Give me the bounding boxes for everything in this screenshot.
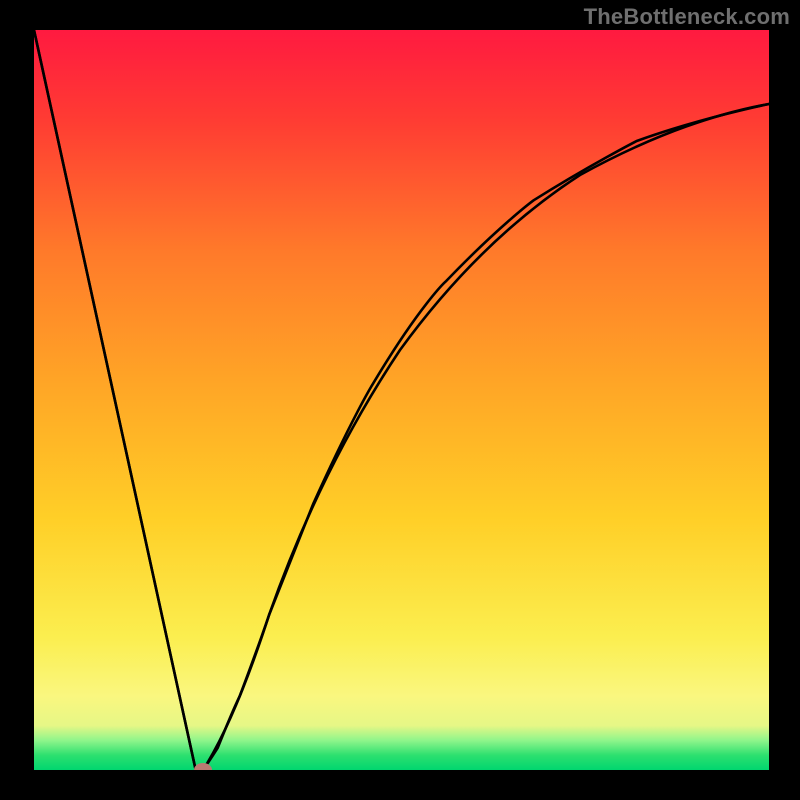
plot-background: [34, 30, 769, 770]
bottleneck-chart: [0, 0, 800, 800]
outer-left: [0, 0, 34, 800]
watermark-text: TheBottleneck.com: [584, 4, 790, 30]
outer-right: [769, 0, 800, 800]
outer-bottom: [0, 770, 800, 800]
chart-container: TheBottleneck.com: [0, 0, 800, 800]
